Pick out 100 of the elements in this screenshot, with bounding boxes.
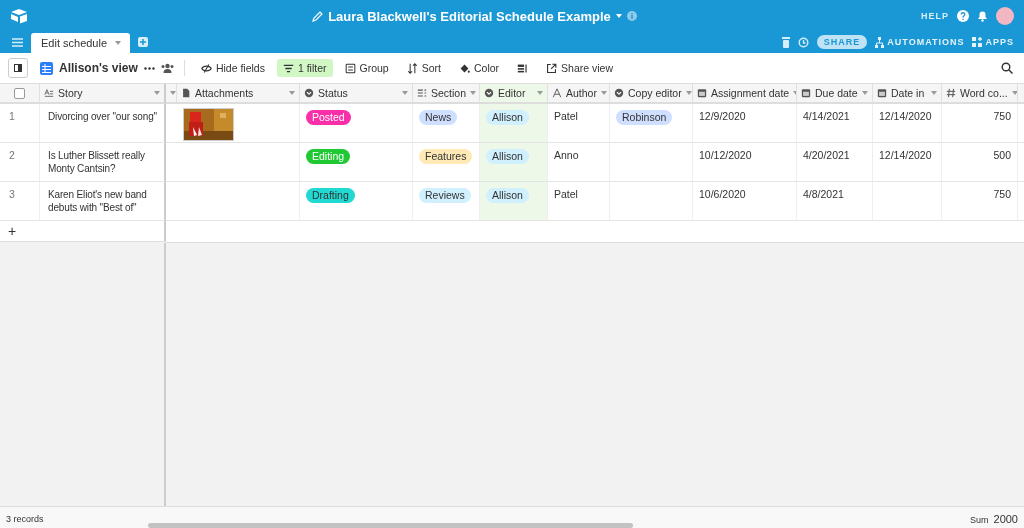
text-icon [44,88,54,98]
history-icon[interactable] [797,36,809,48]
column-header[interactable]: Section [413,84,480,104]
table-tab[interactable]: Edit schedule [31,33,131,53]
paint-bucket-icon [458,62,470,74]
people-icon[interactable] [160,63,174,73]
calendar-icon [801,88,811,98]
row-number: 2 [9,149,15,161]
caret-icon[interactable] [1011,91,1017,95]
column-header[interactable]: Editor [480,84,548,104]
column-header[interactable]: Date in [873,84,942,104]
view-name[interactable]: Allison's view [59,61,138,75]
cell-text: 4/20/2021 [803,149,850,161]
sort-icon [406,62,418,74]
info-icon[interactable] [626,11,637,21]
tag: Drafting [306,188,355,203]
cell-text: Karen Eliot's new band debuts with "Best of" [48,189,147,213]
scrollbar[interactable] [148,523,633,528]
sum-label: Sum [970,515,989,525]
eye-off-icon [200,62,212,74]
tag: Allison [486,149,529,164]
pencil-icon[interactable] [312,10,324,22]
grid-icon [40,61,53,75]
filter-icon [282,62,294,74]
column-header[interactable]: Author [548,84,610,104]
automation-icon [875,36,885,48]
share-icon [546,62,558,74]
group-icon [344,62,356,74]
column-header[interactable]: Status [300,84,413,104]
toolbar-button[interactable]: Hide fields [194,59,271,77]
column-header[interactable]: Copy editor [610,84,693,104]
caret-icon[interactable] [537,91,543,95]
column-header[interactable]: Word co... [942,84,1018,104]
toolbar-button[interactable]: Color [452,59,506,77]
chevron-circle-icon [484,88,494,98]
cell-text: 4/8/2021 [803,188,844,200]
cell-text: 10/12/2020 [699,149,752,161]
avatar[interactable] [996,7,1014,25]
tag: Posted [306,110,351,125]
caret-icon[interactable] [402,91,408,95]
hash-icon [946,88,956,98]
help-icon[interactable] [957,10,969,22]
sidebar-toggle[interactable] [8,58,28,78]
trash-icon[interactable] [781,36,790,48]
caret-icon[interactable] [170,91,176,95]
apps-icon [972,37,983,47]
caret-icon[interactable] [470,91,477,95]
toolbar-button[interactable]: Sort [400,59,447,77]
cell-number: 750 [993,110,1011,122]
toolbar-button[interactable]: Share view [540,59,619,77]
cell-text: Divorcing over "our song" [48,111,157,122]
column-header[interactable]: Due date [797,84,873,104]
cell-number: 750 [993,188,1011,200]
chevron-circle-icon [614,88,624,98]
tag: Robinson [616,110,673,125]
toolbar-button[interactable]: Group [338,59,395,77]
caret-icon[interactable] [154,91,160,95]
tag: News [419,110,458,125]
select-all-checkbox[interactable] [14,87,25,99]
caret-icon[interactable] [115,41,122,45]
sidebar-icon [14,64,22,72]
cell-text: 10/6/2020 [699,188,746,200]
add-row-button[interactable]: + [0,221,166,242]
cell-text: Patel [554,110,578,122]
chevron-circle-icon [304,88,314,98]
caret-icon[interactable] [685,91,692,95]
caret-icon[interactable] [600,91,607,95]
column-header[interactable]: Attachments [177,84,300,104]
tag: Reviews [419,188,471,203]
cell-text: Anno [554,149,579,161]
letter-icon [552,88,562,98]
toolbar-button[interactable]: 1 filter [276,59,333,77]
tag: Allison [486,110,529,125]
column-header[interactable]: Story [40,84,166,104]
row-height-icon [517,62,529,74]
add-icon[interactable] [138,37,149,47]
cell-text: 4/14/2021 [803,110,850,122]
cell-text: 12/14/2020 [879,149,932,161]
column-header[interactable]: Assignment date [693,84,797,104]
tag: Editing [306,149,351,164]
caret-icon[interactable] [862,91,868,95]
sum-value: 2000 [993,513,1018,525]
menu-icon[interactable] [12,38,23,47]
tag: Allison [486,188,529,203]
row-number: 1 [9,110,15,122]
caret-icon[interactable] [615,14,622,18]
caret-icon[interactable] [289,91,295,95]
calendar-icon [877,88,887,98]
tag: Features [419,149,473,164]
cell-text: 12/14/2020 [879,110,932,122]
cell-text: Is Luther Blissett really Monty Cantsin? [48,150,145,174]
more-icon[interactable] [143,66,155,70]
caret-icon[interactable] [931,91,937,95]
bell-icon[interactable] [977,10,988,22]
search-icon[interactable] [1001,62,1013,74]
cell-text: Patel [554,188,578,200]
cell-number: 500 [993,149,1011,161]
list-icon [417,88,427,98]
record-count: 3 records [6,514,44,524]
logo-icon[interactable] [10,8,28,24]
